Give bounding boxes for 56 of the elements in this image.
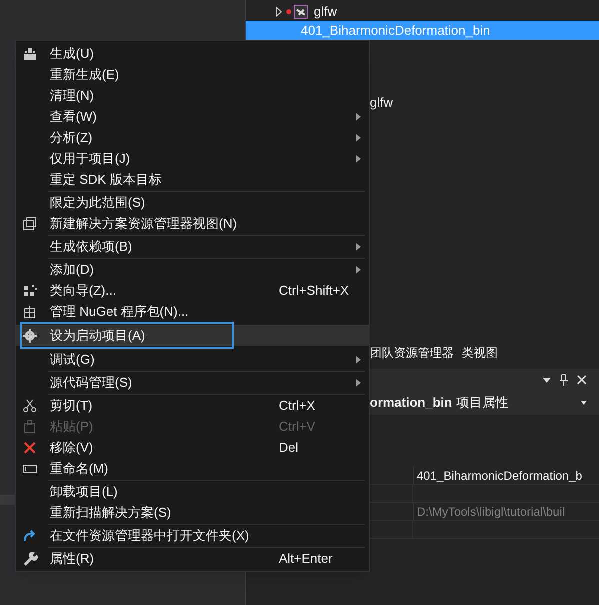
project-icon (286, 4, 310, 20)
menu-item[interactable]: 属性(R) Alt+Enter (16, 548, 369, 569)
menu-item[interactable]: 重命名(M) (16, 458, 369, 479)
menu-item[interactable]: 仅用于项目(J) (16, 148, 369, 169)
close-icon (22, 440, 38, 456)
submenu-arrow-icon (356, 356, 361, 364)
build-icon (22, 46, 38, 62)
property-value: D:\MyTools\libigl\tutorial\buil (413, 503, 599, 520)
tree-item[interactable]: glfw (246, 2, 599, 21)
properties-subtitle: 项目属性 (456, 394, 510, 412)
menu-item[interactable]: 在文件资源管理器中打开文件夹(X) (16, 525, 369, 546)
menu-item[interactable]: 查看(W) (16, 106, 369, 127)
properties-title: ormation_bin (370, 394, 452, 412)
menu-item[interactable]: 移除(V) Del (16, 437, 369, 458)
dropdown-arrow-icon (581, 401, 587, 405)
menu-item[interactable]: 重新生成(E) (16, 64, 369, 85)
property-value: 401_BiharmonicDeformation_b (413, 467, 599, 484)
menu-item[interactable]: 新建解决方案资源管理器视图(N) (16, 213, 369, 234)
menu-item[interactable]: 源代码管理(S) (16, 372, 369, 393)
menu-item[interactable]: 生成(U) (16, 43, 369, 64)
pin-icon[interactable] (559, 374, 569, 386)
redo-arrow-icon (22, 528, 38, 544)
submenu-arrow-icon (356, 134, 361, 142)
menu-item[interactable]: 调试(G) (16, 349, 369, 370)
menu-item[interactable]: 分析(Z) (16, 127, 369, 148)
submenu-arrow-icon (356, 266, 361, 274)
submenu-arrow-icon (356, 242, 361, 250)
submenu-arrow-icon (356, 378, 361, 386)
expand-arrow-icon (276, 6, 282, 16)
tree-label: glfw (314, 2, 338, 21)
menu-item[interactable]: 清理(N) (16, 85, 369, 106)
menu-item[interactable]: 重定 SDK 版本目标 (16, 169, 369, 190)
tree-label: glfw (370, 94, 394, 112)
dropdown-arrow-icon (543, 378, 551, 382)
clipboard-icon (22, 418, 38, 434)
settings-icon (22, 328, 38, 344)
menu-item[interactable]: 设为启动项目(A) (16, 325, 369, 346)
panel-tab[interactable]: 类视图 (462, 344, 498, 362)
menu-item[interactable]: 限定为此范围(S) (16, 192, 369, 213)
tree-label: 401_BiharmonicDeformation_bin (301, 22, 490, 40)
menu-item[interactable]: 重新扫描解决方案(S) (16, 502, 369, 523)
windows-icon (22, 216, 38, 232)
menu-item[interactable]: 剪切(T) Ctrl+X (16, 395, 369, 416)
panel-tab[interactable]: 团队资源管理器 (370, 344, 454, 362)
grid-icon (22, 282, 38, 298)
submenu-arrow-icon (356, 112, 361, 120)
menu-item[interactable]: 类向导(Z)... Ctrl+Shift+X (16, 280, 369, 301)
menu-item[interactable]: 卸载项目(L) (16, 481, 369, 502)
menu-item[interactable]: 管理 NuGet 程序包(N)... (16, 301, 369, 322)
submenu-arrow-icon (356, 154, 361, 162)
wrench-icon (22, 550, 38, 566)
scissors-icon (22, 398, 38, 414)
close-icon[interactable] (577, 375, 587, 385)
menu-item[interactable]: 生成依赖项(B) (16, 236, 369, 257)
package-icon (22, 304, 38, 320)
menu-item[interactable]: 添加(D) (16, 259, 369, 280)
